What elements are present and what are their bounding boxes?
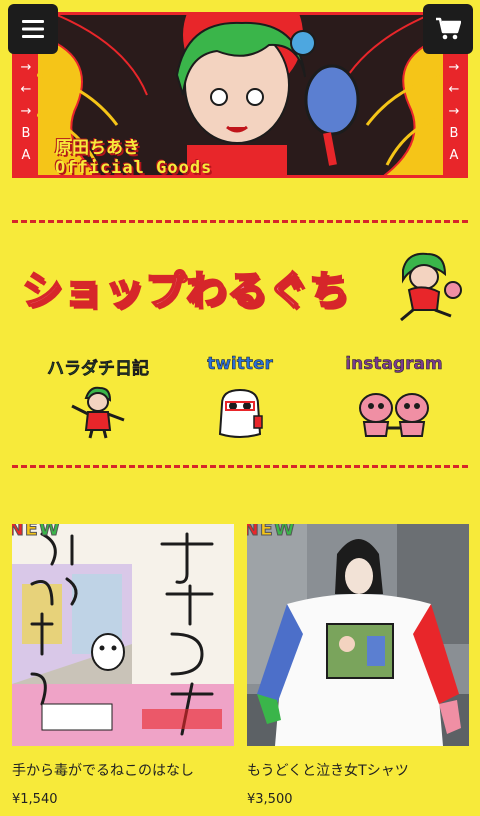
social-label-twitter: twitter xyxy=(207,354,273,375)
hamburger-menu-icon xyxy=(22,20,44,38)
running-girl-illustration xyxy=(400,252,462,322)
white-cat-icon xyxy=(218,388,263,438)
banner-title: 原田ちあき Official Goods xyxy=(55,133,213,178)
divider-bottom xyxy=(12,465,468,468)
tshirt-model-photo xyxy=(247,524,469,746)
book-cover-image xyxy=(12,524,234,746)
social-label-instagram: instagram xyxy=(345,354,443,375)
arrow-left-glyph: ← xyxy=(20,82,32,97)
a-glyph: A xyxy=(449,148,459,163)
banner-title-line2: Official Goods xyxy=(55,158,213,178)
pink-cats-icon xyxy=(359,393,429,437)
product-card[interactable]: NEW 手から毒がでるねこのはなし ¥1,540 xyxy=(12,524,234,807)
social-label-diary: ハラダチ日記 xyxy=(47,359,150,380)
product-image[interactable]: NEW xyxy=(12,524,234,746)
shop-title: ショップわるぐち xyxy=(21,267,350,315)
divider-top xyxy=(12,220,468,223)
social-link-instagram[interactable]: instagram xyxy=(324,354,464,440)
header-banner[interactable]: → ← → B A → ← → B A 原田ちあき Official Goods xyxy=(12,12,468,178)
a-glyph: A xyxy=(21,148,31,163)
banner-title-line1: 原田ちあき xyxy=(55,138,140,158)
b-glyph: B xyxy=(449,126,459,141)
diary-girl-icon xyxy=(71,386,125,439)
arrow-right-glyph: → xyxy=(20,104,32,119)
new-badge: NEW xyxy=(247,524,296,541)
social-link-twitter[interactable]: twitter xyxy=(170,354,310,440)
product-image[interactable]: NEW xyxy=(247,524,469,746)
product-name[interactable]: もうどくと泣き女Tシャツ xyxy=(247,760,469,780)
product-name[interactable]: 手から毒がでるねこのはなし xyxy=(12,760,234,780)
social-link-diary[interactable]: ハラダチ日記 xyxy=(28,354,168,440)
arrow-right-glyph: → xyxy=(448,60,460,75)
arrow-right-glyph: → xyxy=(448,104,460,119)
arrow-left-glyph: ← xyxy=(448,82,460,97)
b-glyph: B xyxy=(21,126,31,141)
arrow-right-glyph: → xyxy=(20,60,32,75)
cart-button[interactable] xyxy=(423,4,473,54)
product-price: ¥3,500 xyxy=(247,792,293,807)
product-price: ¥1,540 xyxy=(12,792,58,807)
menu-button[interactable] xyxy=(8,4,58,54)
shopping-cart-icon xyxy=(436,17,461,40)
product-card[interactable]: NEW もうどくと泣き女Tシャツ ¥3,500 xyxy=(247,524,469,807)
new-badge: NEW xyxy=(12,524,61,541)
